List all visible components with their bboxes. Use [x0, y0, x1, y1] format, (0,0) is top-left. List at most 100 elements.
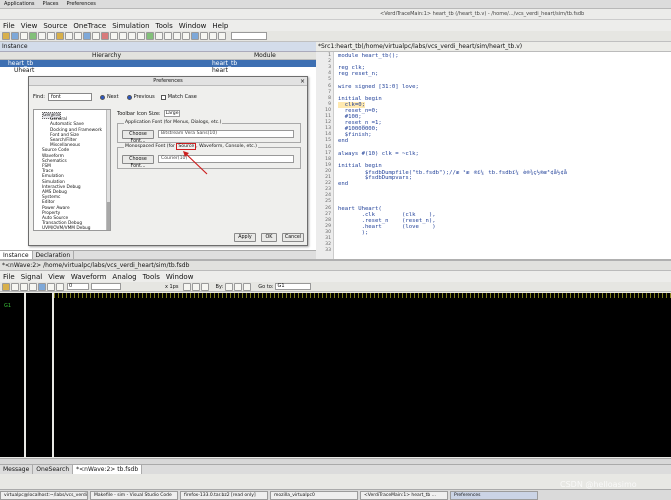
nwave-menu-file[interactable]: File — [0, 273, 18, 281]
redo-icon[interactable] — [74, 32, 82, 40]
code-line[interactable]: end — [338, 138, 348, 144]
new-icon[interactable] — [2, 32, 10, 40]
find-input[interactable]: font — [47, 93, 92, 101]
code-line[interactable]: #100; — [338, 114, 362, 120]
ok-button[interactable]: OK — [261, 233, 277, 242]
code-line[interactable]: #10000000; — [338, 126, 379, 132]
next-radio[interactable] — [99, 94, 105, 100]
paste-icon[interactable] — [56, 32, 64, 40]
signal-value-pane[interactable] — [26, 293, 52, 457]
fsm-icon[interactable] — [209, 32, 217, 40]
code-line[interactable]: .heart (love ) — [338, 224, 436, 230]
redo-icon[interactable] — [56, 282, 64, 291]
copy-icon[interactable] — [29, 282, 37, 291]
code-line[interactable]: $fsdbDumpvars; — [338, 175, 412, 181]
nwave-menu-window[interactable]: Window — [163, 273, 197, 281]
waveform-icon[interactable] — [200, 32, 208, 40]
task-firefox[interactable]: firefox-133.0.tar.bz2 [read only] — [180, 490, 268, 500]
add-signal-icon[interactable] — [38, 282, 46, 291]
pause-icon[interactable] — [164, 32, 172, 40]
task-verdi[interactable]: <VerdiTraceMain:1> heart_tb ... — [360, 490, 448, 500]
menu-tools[interactable]: Tools — [153, 22, 176, 30]
trace-icon[interactable] — [92, 32, 100, 40]
menu-onetrace[interactable]: OneTrace — [70, 22, 109, 30]
nwave-menu-signal[interactable]: Signal — [18, 273, 46, 281]
column-module[interactable]: Module — [254, 52, 276, 59]
zoom-out-icon[interactable] — [191, 282, 200, 291]
waveform-pane[interactable] — [54, 293, 671, 457]
nwave-menu-waveform[interactable]: Waveform — [68, 273, 110, 281]
close-icon[interactable]: × — [300, 78, 305, 85]
up-icon[interactable] — [128, 32, 136, 40]
code-line[interactable]: reg clk; — [338, 65, 365, 71]
signal-group-label[interactable]: G1 — [4, 303, 11, 309]
cut-icon[interactable] — [38, 32, 46, 40]
undo-icon[interactable] — [47, 282, 55, 291]
copy-icon[interactable] — [47, 32, 55, 40]
tree-scroll-thumb[interactable] — [107, 202, 110, 230]
tab-onesearch[interactable]: OneSearch — [33, 465, 74, 474]
tree-row-heart-tb[interactable]: heart_tb heart_tb — [0, 60, 316, 67]
settings-icon[interactable] — [218, 32, 226, 40]
save-icon[interactable] — [20, 32, 28, 40]
reload-icon[interactable] — [29, 32, 37, 40]
code-line[interactable]: .reset_n (reset_n), — [338, 218, 436, 224]
menu-view[interactable]: View — [18, 22, 41, 30]
menu-simulation[interactable]: Simulation — [109, 22, 152, 30]
zoom-fit-icon[interactable] — [200, 282, 209, 291]
code-line[interactable]: heart Uheart( — [338, 206, 382, 212]
toolbar-icon-size-select[interactable]: Large — [163, 110, 180, 117]
menu-help[interactable]: Help — [209, 22, 231, 30]
open-icon[interactable] — [2, 282, 10, 291]
nwave-menu-tools[interactable]: Tools — [140, 273, 163, 281]
match-case-checkbox[interactable] — [160, 94, 166, 100]
time-input-2[interactable] — [91, 283, 121, 290]
code-line[interactable]: $finish; — [338, 132, 372, 138]
tab-message[interactable]: Message — [0, 465, 34, 474]
search-next-icon[interactable] — [234, 282, 243, 291]
places-menu[interactable]: Places — [43, 1, 59, 7]
search-prev-icon[interactable] — [225, 282, 234, 291]
signal-name-pane[interactable] — [0, 293, 24, 457]
preferences-tree[interactable]: General General Automatic Save Docking and … — [33, 109, 111, 231]
code-line[interactable]: reg reset_n; — [338, 71, 378, 77]
back-icon[interactable] — [110, 32, 118, 40]
time-input[interactable]: 0 — [67, 283, 89, 290]
schematic-icon[interactable] — [191, 32, 199, 40]
stop-icon[interactable] — [101, 32, 109, 40]
step-icon[interactable] — [155, 32, 163, 40]
task-preferences[interactable]: Preferences — [450, 490, 538, 500]
code-line[interactable]: ); — [338, 230, 369, 236]
run-icon[interactable] — [146, 32, 154, 40]
time-ruler[interactable] — [54, 293, 671, 298]
mono-choose-font-button[interactable]: Choose Font... — [122, 155, 154, 169]
open-icon[interactable] — [11, 32, 19, 40]
column-hierarchy[interactable]: Hierarchy — [92, 52, 121, 59]
code-line[interactable]: reset_n =1; — [338, 120, 382, 126]
zoom-in-icon[interactable] — [173, 32, 181, 40]
toolbar-search-select[interactable] — [231, 32, 267, 40]
marker-icon[interactable] — [243, 282, 252, 291]
source-code-view[interactable]: module heart_tb();reg clk; reg reset_n;wi… — [334, 52, 671, 260]
code-line[interactable]: clk=0; — [338, 101, 365, 108]
cancel-button[interactable]: Cancel — [282, 233, 304, 242]
code-line[interactable]: module heart_tb(); — [338, 53, 399, 59]
find-icon[interactable] — [83, 32, 91, 40]
menu-source[interactable]: Source — [40, 22, 70, 30]
forward-icon[interactable] — [119, 32, 127, 40]
preferences-tree-item[interactable]: UVM/OVM/VMM Debug — [42, 226, 91, 231]
goto-select[interactable]: G1 — [275, 283, 312, 290]
zoom-in-icon[interactable] — [182, 282, 191, 291]
nwave-menu-analog[interactable]: Analog — [109, 273, 139, 281]
nwave-menu-view[interactable]: View — [45, 273, 68, 281]
applications-menu[interactable]: Applications — [0, 1, 35, 7]
app-choose-font-button[interactable]: Choose Font... — [122, 130, 154, 144]
previous-radio[interactable] — [126, 94, 132, 100]
code-line[interactable]: reset_n=0; — [338, 108, 379, 114]
cut-icon[interactable] — [20, 282, 28, 291]
down-icon[interactable] — [137, 32, 145, 40]
task-terminal[interactable]: virtualpc@localhost:~/labs/vcs_verdi... — [0, 490, 88, 500]
code-line[interactable]: wire signed [31:0] love; — [338, 84, 419, 90]
code-line[interactable]: always #(10) clk = ~clk; — [338, 151, 419, 157]
zoom-out-icon[interactable] — [182, 32, 190, 40]
